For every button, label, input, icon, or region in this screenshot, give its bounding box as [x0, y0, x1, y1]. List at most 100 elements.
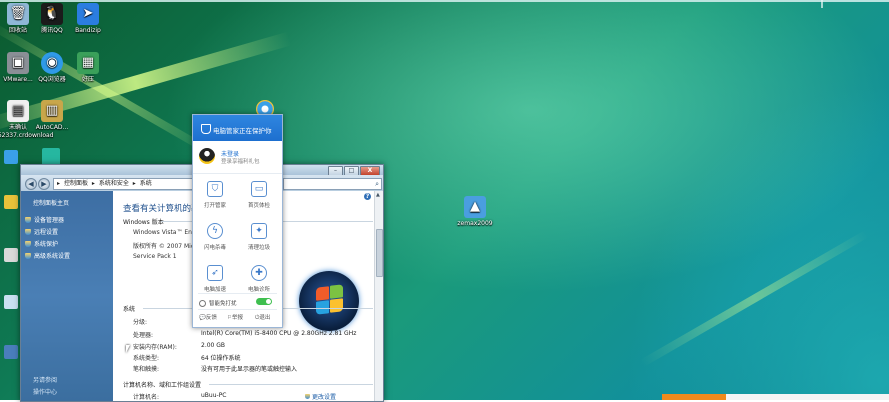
section-divider	[209, 384, 373, 385]
tile-clean-junk[interactable]: ✦ 清理垃圾	[238, 217, 280, 257]
partial-desktop-icon[interactable]	[4, 150, 18, 164]
clinic-icon: ✚	[251, 265, 267, 281]
system-type-value: 64 位操作系统	[201, 355, 241, 362]
desktop-icon-haozip[interactable]: ▦ 好压	[64, 52, 112, 84]
breadcrumb-separator: ▸	[132, 180, 136, 187]
pen-touch-value: 没有可用于此显示器的笔或触控输入	[201, 366, 298, 373]
sidebar-item-label: 高级系统设置	[34, 253, 71, 260]
qq-penguin-icon: 🐧	[41, 3, 63, 25]
vertical-scrollbar[interactable]: ▲	[374, 191, 383, 401]
exit-button[interactable]: ⏻退出	[255, 313, 270, 322]
pen-touch-label: 笔和触摸:	[133, 366, 160, 373]
processor-label: 处理器:	[133, 332, 154, 339]
haozip-icon: ▦	[77, 52, 99, 74]
top-edge-line	[0, 0, 889, 2]
feedback-label: 反馈	[205, 315, 217, 321]
monitor-icon: ▭	[251, 181, 267, 197]
breadcrumb-system[interactable]: 系统	[140, 180, 152, 187]
sidebar-item-remote-settings[interactable]: 远程设置	[25, 227, 58, 236]
notification-bar	[726, 394, 889, 400]
partial-desktop-icon[interactable]	[4, 248, 18, 262]
report-button[interactable]: ⚐举报	[227, 313, 243, 321]
avatar[interactable]	[199, 148, 215, 164]
tile-quick-scan[interactable]: ϟ 闪电杀毒	[194, 217, 236, 257]
do-not-disturb-row: 智能免打扰	[199, 299, 237, 307]
pc-manager-popup: 电脑管家正在保护你 未登录 登录享福利礼包 ⛉ 打开管家 ▭ 首页体检 ϟ 闪电…	[192, 114, 283, 328]
sidebar-see-also: 另请参阅	[33, 377, 58, 384]
address-bar[interactable]: ▸ 控制面板 ▸ 系统和安全 ▸ 系统	[53, 178, 198, 190]
logo-quadrant	[330, 284, 343, 299]
recycle-bin-icon: 🗑	[7, 3, 29, 25]
shield-icon: ⛉	[207, 181, 223, 197]
breadcrumb-control-panel[interactable]: 控制面板	[64, 180, 88, 187]
logo-quadrant	[316, 286, 329, 301]
scroll-up-arrow-icon[interactable]: ▲	[376, 192, 380, 198]
section-computer-name: 计算机名称、域和工作组设置	[123, 382, 202, 389]
top-right-mark	[821, 0, 823, 8]
ram-value: 2.00 GB	[201, 342, 226, 349]
section-windows-edition: Windows 版本	[123, 219, 164, 226]
desktop-icon-autocad[interactable]: ▥ AutoCAD...	[28, 100, 76, 132]
partial-desktop-icon[interactable]	[4, 195, 18, 209]
desktop-icon-bandizip[interactable]: ➤ Bandizip	[64, 3, 112, 35]
forward-button[interactable]: ▶	[38, 178, 50, 190]
tile-label: 闪电杀毒	[203, 245, 226, 251]
sidebar-item-advanced-settings[interactable]: 高级系统设置	[25, 251, 70, 260]
light-ray	[640, 230, 870, 367]
vmware-icon: ▣	[7, 52, 29, 74]
popup-header: 电脑管家正在保护你	[193, 115, 282, 141]
sidebar-item-label: 远程设置	[34, 229, 59, 236]
do-not-disturb-toggle[interactable]	[256, 298, 272, 305]
shield-icon	[25, 216, 31, 223]
desktop-icon-zemax[interactable]: ▲ zemax2009	[451, 196, 499, 228]
desktop-icon-label: 好压	[81, 76, 94, 83]
sidebar-item-label: 设备管理器	[34, 217, 65, 224]
file-icon: ▤	[7, 100, 29, 122]
do-not-disturb-label: 智能免打扰	[209, 301, 237, 307]
edition-copyright: 版权所有 © 2007 Micro	[133, 243, 201, 250]
shield-icon	[201, 124, 211, 134]
exit-label: 退出	[259, 315, 271, 321]
sidebar-item-device-manager[interactable]: 设备管理器	[25, 215, 64, 224]
shield-icon	[25, 228, 31, 235]
desktop-icon-label: Bandizip	[75, 27, 101, 34]
rocket-icon: ➶	[207, 265, 223, 281]
user-login-hint: 登录享福利礼包	[221, 159, 260, 165]
ram-label: 安装内存(RAM):	[133, 344, 177, 351]
tile-home-checkup[interactable]: ▭ 首页体检	[238, 175, 280, 215]
report-label: 举报	[231, 315, 243, 321]
help-icon[interactable]: ?	[364, 193, 371, 200]
feedback-button[interactable]: 💬反馈	[199, 313, 217, 321]
processor-value: Intel(R) Core(TM) i5-8400 CPU @ 2.80GHz …	[201, 330, 357, 337]
sidebar-home-link[interactable]: 控制面板主页	[33, 198, 69, 207]
notification-bar-accent	[662, 394, 726, 400]
sidebar-action-center-link[interactable]: 操作中心	[33, 387, 57, 396]
lightning-icon: ϟ	[207, 223, 223, 239]
scrollbar-thumb[interactable]	[376, 229, 383, 277]
popup-divider	[198, 293, 277, 294]
partial-desktop-icon[interactable]	[4, 345, 18, 359]
section-system: 系统	[123, 306, 136, 313]
partial-desktop-icon[interactable]	[4, 295, 18, 309]
desktop-icon-label: zemax2009	[457, 220, 493, 227]
sidebar-item-system-protection[interactable]: 系统保护	[25, 239, 58, 248]
popup-header-text: 电脑管家正在保护你	[213, 127, 272, 135]
qq-browser-icon: ◉	[41, 52, 63, 74]
popup-user-row[interactable]: 未登录 登录享福利礼包	[193, 141, 282, 174]
system-type-label: 系统类型:	[133, 355, 160, 362]
search-icon[interactable]: ⌕	[375, 179, 379, 189]
tile-label: 打开管家	[203, 203, 226, 209]
computer-name-value: uBuu-PC	[201, 392, 227, 399]
edition-service-pack: Service Pack 1	[133, 253, 177, 260]
popup-divider	[198, 309, 277, 310]
search-input[interactable]: ⌕	[283, 178, 382, 190]
back-button[interactable]: ◀	[25, 178, 37, 190]
power-icon	[199, 300, 206, 307]
rating-label: 分级:	[133, 319, 148, 326]
tile-label: 首页体检	[247, 203, 270, 209]
breadcrumb-separator: ▸	[57, 180, 61, 187]
tile-open-manager[interactable]: ⛉ 打开管家	[194, 175, 236, 215]
shield-icon	[25, 252, 31, 259]
breadcrumb-system-security[interactable]: 系统和安全	[99, 180, 129, 187]
task-sidebar: 控制面板主页 设备管理器 远程设置 系统保护 高级系统设置 另请参阅 操作中心	[21, 191, 113, 401]
